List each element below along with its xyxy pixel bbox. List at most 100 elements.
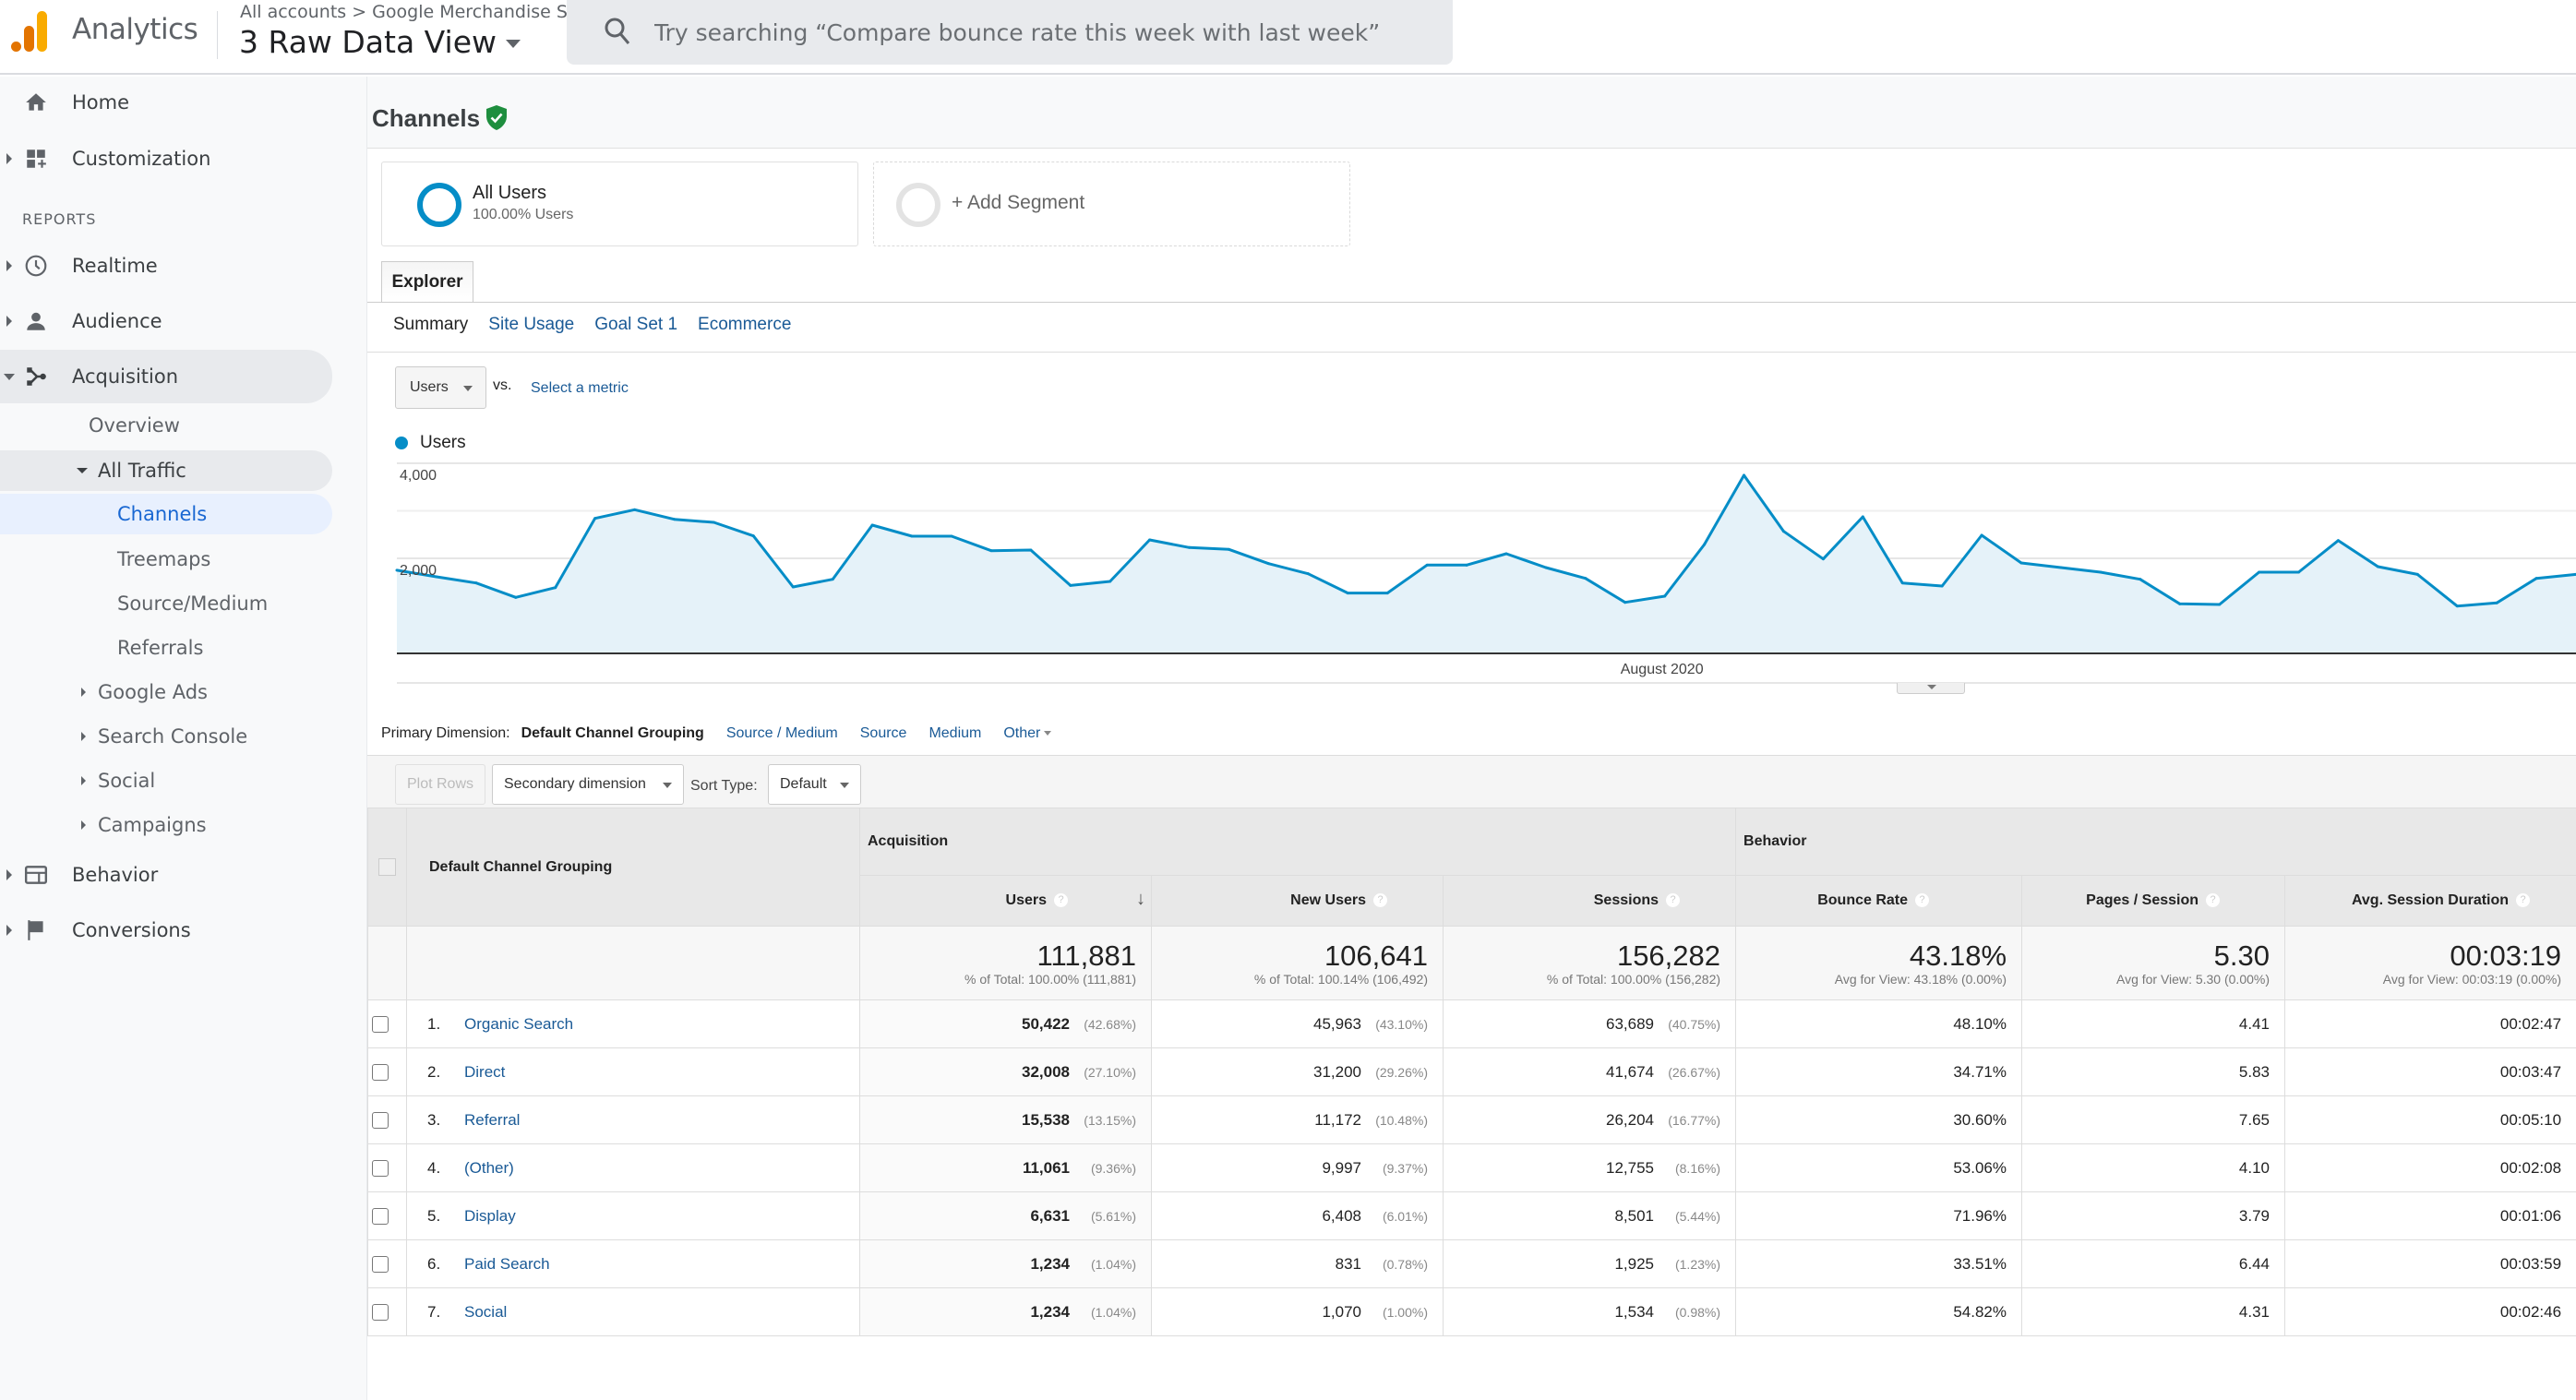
- account-breadcrumb[interactable]: All accounts > Google Merchandise St...: [240, 2, 591, 22]
- sessions-cell: 26,204 (16.77%): [1442, 1095, 1737, 1144]
- compare-metric-link[interactable]: Select a metric: [531, 380, 629, 397]
- segment-all-users[interactable]: All Users 100.00% Users: [381, 162, 858, 246]
- metric-dropdown-value: Users: [410, 379, 449, 395]
- sessions-value: 1,925: [1614, 1254, 1655, 1273]
- sidebar-item-treemaps[interactable]: Treemaps: [0, 539, 332, 580]
- channel-link[interactable]: Referral: [464, 1111, 520, 1129]
- sidebar-item-campaigns[interactable]: Campaigns: [0, 805, 332, 845]
- channel-link[interactable]: Paid Search: [464, 1255, 550, 1273]
- sidebar-item-google-ads[interactable]: Google Ads: [0, 672, 332, 712]
- channel-link[interactable]: (Other): [464, 1159, 514, 1177]
- tab-explorer[interactable]: Explorer: [381, 261, 473, 303]
- help-icon[interactable]: ?: [2206, 893, 2221, 908]
- users-cell: 32,008 (27.10%): [859, 1047, 1152, 1096]
- search-input[interactable]: [654, 0, 1430, 65]
- sidebar-item-customization[interactable]: Customization: [0, 133, 332, 185]
- select-all-checkbox[interactable]: [378, 858, 396, 876]
- row-checkbox[interactable]: [371, 1207, 389, 1225]
- sidebar-item-acquisition[interactable]: Acquisition: [0, 350, 332, 403]
- channel-cell: 6. Paid Search: [406, 1239, 860, 1288]
- help-icon[interactable]: ?: [1915, 893, 1930, 908]
- column-header-pages-session[interactable]: Pages / Session?: [2021, 875, 2286, 927]
- total-subtext: Avg for View: 43.18% (0.00%): [1834, 971, 2007, 987]
- row-checkbox[interactable]: [371, 1111, 389, 1129]
- sidebar-item-referrals[interactable]: Referrals: [0, 628, 332, 668]
- plot-rows-button[interactable]: Plot Rows: [395, 764, 485, 805]
- dimension-option-source[interactable]: Source: [860, 725, 907, 742]
- person-icon: [27, 312, 45, 330]
- search-box[interactable]: [567, 0, 1453, 65]
- channel-cell: 4. (Other): [406, 1143, 860, 1192]
- sidebar-item-realtime[interactable]: Realtime: [0, 240, 332, 292]
- reports-section-label: REPORTS: [22, 210, 97, 228]
- sidebar-item-channels[interactable]: Channels: [0, 494, 332, 534]
- sidebar-item-label: Acquisition: [72, 365, 179, 388]
- legend-dot-icon: [395, 437, 408, 449]
- users-line-chart[interactable]: 4,000 2,000 August 2020: [367, 455, 2576, 695]
- sidebar-item-home[interactable]: Home: [0, 77, 332, 128]
- dimension-option-other[interactable]: Other: [1003, 725, 1051, 742]
- header-divider: [217, 11, 218, 59]
- chart-collapse-toggle[interactable]: [1897, 683, 1965, 694]
- sidebar-item-social[interactable]: Social: [0, 760, 332, 801]
- help-icon[interactable]: ?: [1373, 893, 1387, 908]
- view-selector[interactable]: 3 Raw Data View: [239, 24, 521, 60]
- metric-dropdown[interactable]: Users: [395, 366, 486, 409]
- new-users-value: 31,200: [1313, 1062, 1361, 1081]
- chart-point: [1266, 562, 1270, 566]
- chart-point: [2258, 570, 2261, 574]
- column-header-users[interactable]: Users? ↓: [859, 875, 1152, 927]
- users-cell: 6,631 (5.61%): [859, 1191, 1152, 1240]
- sidebar-item-source-medium[interactable]: Source/Medium: [0, 583, 332, 624]
- channel-link[interactable]: Social: [464, 1303, 507, 1321]
- table-row: 4. (Other) 11,061 (9.36%) 9,997 (9.37%) 12,…: [367, 1143, 2576, 1192]
- row-checkbox[interactable]: [371, 1255, 389, 1273]
- analytics-logo-icon[interactable]: [11, 9, 48, 52]
- dimension-option-medium[interactable]: Medium: [929, 725, 981, 742]
- row-index: 6.: [427, 1254, 441, 1273]
- sessions-cell: 12,755 (8.16%): [1442, 1143, 1737, 1192]
- sidebar-item-behavior[interactable]: Behavior: [0, 849, 332, 901]
- new-users-percent: (43.10%): [1375, 1016, 1428, 1032]
- column-header-bounce-rate[interactable]: Bounce Rate?: [1735, 875, 2023, 927]
- row-checkbox[interactable]: [371, 1303, 389, 1321]
- y-tick-label: 4,000: [400, 468, 437, 484]
- sort-descending-icon[interactable]: ↓: [1136, 889, 1145, 910]
- sort-type-dropdown[interactable]: Default: [768, 764, 861, 805]
- chevron-down-icon: [840, 783, 849, 788]
- subtab-summary[interactable]: Summary: [393, 315, 468, 335]
- subtab-site-usage[interactable]: Site Usage: [488, 315, 574, 335]
- avg-duration-cell: 00:03:59: [2284, 1239, 2576, 1288]
- row-checkbox[interactable]: [371, 1159, 389, 1177]
- sidebar-item-overview[interactable]: Overview: [0, 405, 332, 446]
- row-checkbox[interactable]: [371, 1015, 389, 1033]
- subtab-goal-set-1[interactable]: Goal Set 1: [594, 315, 677, 335]
- channel-link[interactable]: Display: [464, 1207, 516, 1225]
- add-segment-button[interactable]: + Add Segment: [873, 162, 1350, 246]
- column-header-avg-session-duration[interactable]: Avg. Session Duration?: [2284, 875, 2576, 927]
- behavior-icon: [24, 866, 48, 884]
- chart-point: [2376, 565, 2379, 568]
- help-icon[interactable]: ?: [1054, 893, 1068, 908]
- dimension-option-source-medium[interactable]: Source / Medium: [726, 725, 838, 742]
- column-header-sessions[interactable]: Sessions?: [1442, 875, 1737, 927]
- sidebar-item-audience[interactable]: Audience: [0, 295, 332, 347]
- dimension-header[interactable]: Default Channel Grouping: [406, 808, 860, 927]
- new-users-value: 6,408: [1322, 1206, 1361, 1225]
- secondary-dimension-dropdown[interactable]: Secondary dimension: [492, 764, 684, 805]
- users-percent: (9.36%): [1090, 1160, 1136, 1176]
- sidebar-item-conversions[interactable]: Conversions: [0, 904, 332, 956]
- chart-point: [1623, 601, 1627, 604]
- sidebar-nav: Home Customization REPORTS Realtime Audi…: [0, 77, 367, 1400]
- users-percent: (1.04%): [1090, 1304, 1136, 1320]
- channel-link[interactable]: Organic Search: [464, 1015, 573, 1033]
- channel-link[interactable]: Direct: [464, 1063, 505, 1081]
- help-icon[interactable]: ?: [1666, 893, 1681, 908]
- sidebar-item-search-console[interactable]: Search Console: [0, 716, 332, 757]
- subtab-ecommerce[interactable]: Ecommerce: [698, 315, 791, 335]
- row-checkbox[interactable]: [371, 1063, 389, 1081]
- help-icon[interactable]: ?: [2516, 893, 2531, 908]
- row-checkbox-cell: [367, 1143, 407, 1192]
- column-header-new-users[interactable]: New Users?: [1151, 875, 1444, 927]
- sidebar-item-all-traffic[interactable]: All Traffic: [0, 450, 332, 491]
